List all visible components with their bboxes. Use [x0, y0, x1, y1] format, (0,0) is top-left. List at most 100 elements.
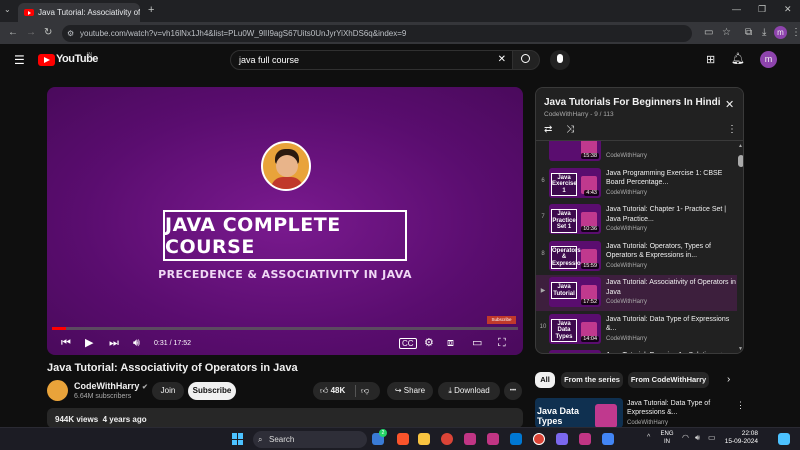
like-dislike-group: 👍︎ 48K 👎︎: [313, 382, 380, 400]
url-bar[interactable]: ⚙ youtube.com/watch?v=vh16lNx1Jh4&list=P…: [62, 25, 692, 42]
notifications-bell-icon[interactable]: 🔔︎: [731, 52, 745, 65]
captions-icon[interactable]: CC: [399, 338, 417, 349]
like-count[interactable]: 48K: [331, 386, 346, 395]
video-player[interactable]: JAVA COMPLETE COURSE PRECEDENCE & ASSOCI…: [47, 87, 523, 355]
description-box[interactable]: 944K views 4 years ago: [47, 408, 523, 428]
like-icon[interactable]: 👍︎: [320, 386, 328, 395]
voice-search-button[interactable]: [550, 50, 570, 70]
previous-icon[interactable]: ⏮: [61, 336, 71, 350]
reload-icon[interactable]: ↻: [44, 27, 52, 39]
search-button[interactable]: [512, 50, 540, 70]
youtube-logo-icon[interactable]: [38, 54, 55, 66]
loop-icon[interactable]: ⇄: [544, 124, 552, 135]
site-info-icon[interactable]: ⚙: [67, 25, 74, 42]
progress-fill: [52, 327, 66, 330]
create-icon[interactable]: ⊞: [706, 53, 715, 66]
playlist-menu-icon[interactable]: ⋮: [727, 124, 737, 135]
new-tab-button[interactable]: +: [148, 4, 154, 16]
thumbnail-label: Java Data Types: [551, 318, 577, 342]
recommended-menu-icon[interactable]: ⋮: [736, 400, 745, 411]
theater-mode-icon[interactable]: ▭: [472, 336, 482, 350]
recommended-thumb-text: Java Data Types: [537, 406, 580, 426]
battery-icon[interactable]: ▭: [708, 433, 716, 442]
instagram-3-icon[interactable]: [579, 433, 591, 445]
clock[interactable]: 22:08 15-09-2024: [724, 430, 758, 446]
brave-browser-icon[interactable]: [397, 433, 409, 445]
windows-start-icon[interactable]: [232, 433, 244, 445]
app-2-icon[interactable]: [556, 433, 568, 445]
app-3-icon[interactable]: [602, 433, 614, 445]
playlist-item[interactable]: 8 Operators & Expressions 15:59 Java Tutori…: [536, 239, 737, 275]
chip-all[interactable]: All: [535, 372, 555, 388]
taskbar-search-label: Search: [269, 435, 295, 444]
chrome-menu-icon[interactable]: ⋮: [791, 27, 800, 39]
downloads-icon[interactable]: ⤓: [762, 27, 766, 39]
subscribe-button[interactable]: Subscribe: [188, 382, 236, 400]
search-input[interactable]: java full course ✕: [230, 50, 513, 70]
playlist-item-index: 7: [541, 214, 545, 220]
fullscreen-icon[interactable]: ⛶: [498, 336, 506, 350]
account-avatar[interactable]: m: [760, 51, 777, 68]
minimize-icon[interactable]: —: [732, 4, 741, 14]
playlist-item[interactable]: 7 Java Practice Set 1 10:36 Java Tutorial: …: [536, 202, 737, 238]
playlist-scrollbar[interactable]: ▲ ▼: [737, 141, 743, 353]
maximize-icon[interactable]: ❐: [758, 4, 766, 15]
instagram-icon[interactable]: [464, 433, 476, 445]
play-icon[interactable]: ▶: [85, 336, 93, 350]
playlist-title[interactable]: Java Tutorials For Beginners In Hindi: [544, 97, 721, 108]
file-explorer-icon[interactable]: [418, 433, 430, 445]
tab-search-icon[interactable]: ⌄: [4, 5, 11, 14]
cast-icon[interactable]: ▭: [704, 27, 713, 39]
instagram-2-icon[interactable]: [487, 433, 499, 445]
share-button[interactable]: ↪ Share: [387, 382, 433, 400]
playlist-item[interactable]: 10 Java Data Types 14:04 Java Tutorial: Dat…: [536, 312, 737, 348]
app-icon[interactable]: [510, 433, 522, 445]
forward-icon[interactable]: →: [26, 27, 36, 39]
recommended-thumbnail[interactable]: Java Data Types: [535, 398, 623, 428]
playlist-item-channel: CodeWithHarry: [606, 299, 648, 305]
playlist-item-title: Java Tutorial: Chapter 1- Practice Set |…: [606, 206, 727, 223]
chrome-icon[interactable]: [441, 433, 453, 445]
channel-avatar[interactable]: [47, 380, 68, 401]
wifi-icon[interactable]: ◠: [682, 433, 689, 442]
close-playlist-icon[interactable]: ✕: [725, 98, 734, 111]
bookmark-star-icon[interactable]: ☆: [722, 27, 731, 39]
playlist-item[interactable]: 11Exercise 1Java Tutorial: Exercise 1 - …: [536, 348, 737, 353]
extensions-icon[interactable]: ⧉: [745, 27, 752, 39]
profile-avatar[interactable]: m: [774, 26, 787, 39]
chips-next-icon[interactable]: ›: [727, 374, 730, 385]
settings-gear-icon[interactable]: ⚙: [424, 336, 434, 350]
clear-search-icon[interactable]: ✕: [498, 51, 506, 69]
language-indicator[interactable]: ENG IN: [660, 430, 674, 446]
playlist-item[interactable]: 6 Java Exercise 1 4:43 Java Programming Exe…: [536, 166, 737, 202]
more-actions-button[interactable]: •••: [504, 382, 522, 400]
subscribe-watermark[interactable]: Subscribe: [487, 316, 516, 324]
close-window-icon[interactable]: ✕: [784, 4, 792, 15]
next-icon[interactable]: ⏭: [109, 336, 119, 350]
recommended-title[interactable]: Java Tutorial: Data Type of Expressions …: [627, 399, 735, 417]
chip-from-channel[interactable]: From CodeWithHarry: [628, 372, 709, 388]
download-button[interactable]: ⤓ Download: [438, 382, 500, 400]
tray-overflow-icon[interactable]: ^: [647, 434, 650, 441]
playlist-item-channel: CodeWithHarry: [606, 335, 648, 342]
browser-tab[interactable]: Java Tutorial: Associativity of C ✕: [18, 3, 140, 22]
copilot-icon[interactable]: [778, 433, 790, 445]
chrome-active-icon[interactable]: [533, 433, 545, 445]
dislike-icon[interactable]: 👎︎: [361, 382, 369, 400]
progress-bar[interactable]: [52, 327, 518, 330]
channel-name[interactable]: CodeWithHarry ✔: [74, 381, 148, 391]
speaker-icon[interactable]: 🔊︎: [695, 433, 700, 443]
verified-icon: ✔: [141, 384, 148, 391]
hamburger-menu-icon[interactable]: ☰: [14, 53, 25, 67]
playlist-subtitle: CodeWithHarry - 9 / 113: [544, 111, 614, 118]
shuffle-icon[interactable]: ⤨: [566, 124, 574, 135]
chip-from-series[interactable]: From the series: [561, 372, 623, 388]
back-icon[interactable]: ←: [8, 27, 18, 39]
miniplayer-icon[interactable]: ⧈: [447, 336, 454, 350]
taskbar-search[interactable]: ⌕ Search: [253, 431, 367, 448]
youtube-favicon-icon: [24, 9, 34, 16]
volume-icon[interactable]: 🔊︎: [133, 336, 140, 350]
playlist-item[interactable]: ▶ Java Tutorial 17:52 Java Tutorial: Associ…: [536, 275, 737, 311]
join-button[interactable]: Join: [152, 382, 184, 400]
share-icon: ↪: [394, 386, 402, 395]
